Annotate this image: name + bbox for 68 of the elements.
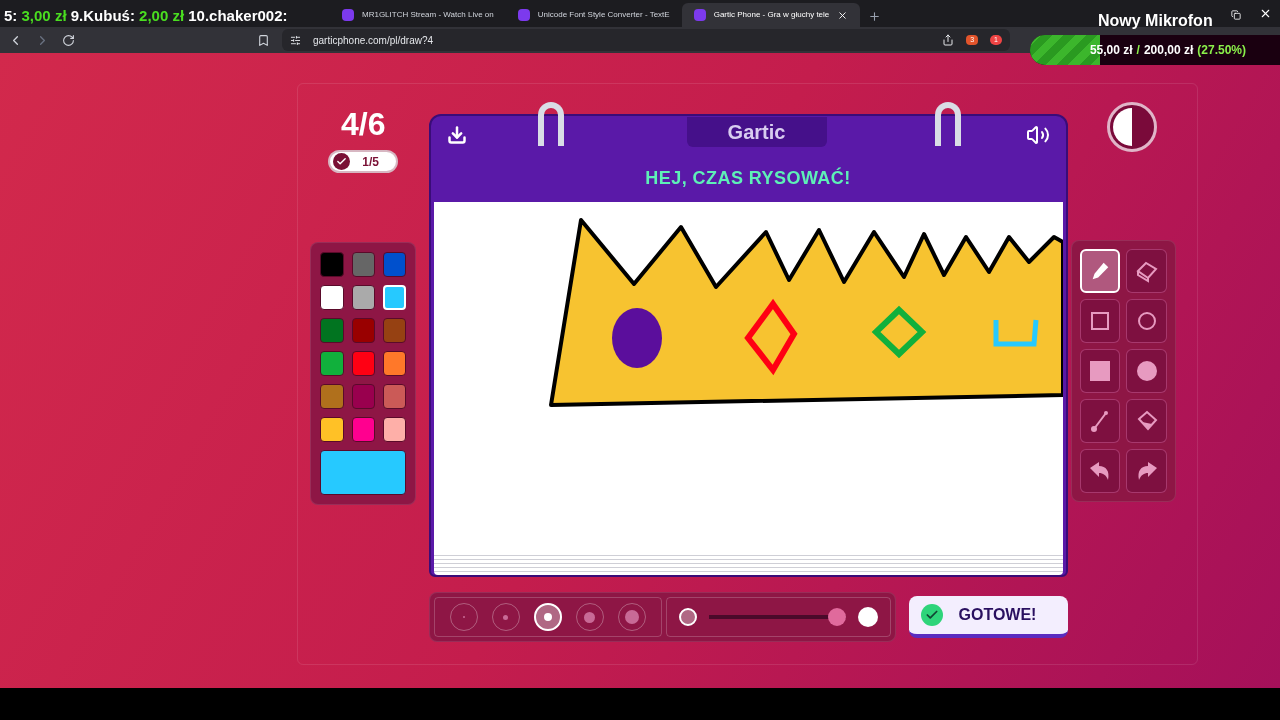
color-swatch[interactable] <box>351 351 375 376</box>
site-icon <box>342 9 354 21</box>
tool-button[interactable] <box>1126 249 1167 293</box>
tool-button[interactable] <box>1126 399 1167 443</box>
browser-tab[interactable]: Unicode Font Style Converter - TextE <box>505 3 682 27</box>
close-icon[interactable] <box>1259 7 1272 20</box>
tool-button[interactable] <box>1126 449 1167 493</box>
site-icon <box>693 9 706 21</box>
done-count: 1/5 <box>362 153 379 171</box>
filled-square-icon <box>1090 361 1110 381</box>
color-swatch[interactable] <box>382 417 407 442</box>
site-settings-icon[interactable] <box>290 34 301 46</box>
binder-ring <box>934 102 961 146</box>
goal-target: 200,00 zł <box>1143 42 1194 59</box>
color-swatch[interactable] <box>320 318 344 343</box>
bookmark-icon[interactable] <box>257 33 270 47</box>
restore-icon[interactable] <box>1231 10 1241 20</box>
color-swatch[interactable] <box>351 318 375 343</box>
color-swatch[interactable] <box>351 417 375 442</box>
color-swatch[interactable] <box>320 351 344 376</box>
logo-text: Gartic <box>727 120 786 145</box>
color-swatch[interactable] <box>351 252 375 277</box>
tool-button[interactable] <box>1079 299 1121 343</box>
speaker-icon[interactable] <box>1025 123 1050 147</box>
share-icon[interactable] <box>942 34 955 46</box>
site-icon <box>517 9 530 21</box>
color-swatch[interactable] <box>320 285 344 310</box>
board-title: HEJ, CZAS RYSOWAĆ! <box>644 166 852 190</box>
color-swatch[interactable] <box>320 384 344 409</box>
url-text: garticphone.com/pl/draw?4 <box>313 33 434 48</box>
tool-button[interactable] <box>1126 299 1167 343</box>
eraser-icon <box>1134 259 1159 283</box>
round-counter: 4/6 <box>341 108 386 140</box>
color-swatch[interactable] <box>382 351 407 376</box>
stream-title: Nowy Mikrofon <box>1098 11 1213 31</box>
browser-tab[interactable]: Gartic Phone - Gra w głuchy tele <box>681 3 861 27</box>
square-icon <box>1090 311 1110 331</box>
color-swatch[interactable] <box>320 417 344 442</box>
circle-icon <box>1136 311 1157 331</box>
line-icon <box>1090 410 1110 432</box>
tool-button[interactable] <box>1079 399 1121 443</box>
tool-button[interactable] <box>1079 449 1121 493</box>
binder-ring <box>537 102 564 146</box>
color-swatch[interactable] <box>382 252 407 277</box>
donation-ticker: 5: 3,00 zł 9.Kubuś: 2,00 zł 10.chaker002: <box>4 6 288 26</box>
close-icon[interactable] <box>837 9 849 21</box>
brush-size-button[interactable] <box>533 603 562 631</box>
browser-tab[interactable]: MR1GLITCH Stream - Watch Live on <box>330 3 506 27</box>
color-swatch[interactable] <box>351 384 375 409</box>
color-swatch[interactable] <box>382 318 407 343</box>
color-swatch[interactable] <box>351 285 375 310</box>
check-icon <box>920 604 943 626</box>
download-icon[interactable] <box>446 125 467 145</box>
done-button[interactable]: GOTOWE! <box>908 596 1068 638</box>
opacity-thumb[interactable] <box>827 608 846 626</box>
goal-percent: (27.50%) <box>1197 42 1246 59</box>
opaque-swatch[interactable] <box>857 607 878 627</box>
goal-separator: / <box>1136 42 1140 59</box>
color-swatch[interactable] <box>382 384 407 409</box>
tool-button[interactable] <box>1126 349 1167 393</box>
color-swatch[interactable] <box>320 252 344 277</box>
filled-circle-icon <box>1136 361 1157 381</box>
timer-icon <box>1107 102 1158 152</box>
tool-button[interactable] <box>1079 349 1121 393</box>
reload-icon[interactable] <box>62 33 75 47</box>
transparent-swatch[interactable] <box>678 608 697 626</box>
new-tab-icon[interactable] <box>868 10 882 23</box>
check-icon <box>333 153 351 170</box>
